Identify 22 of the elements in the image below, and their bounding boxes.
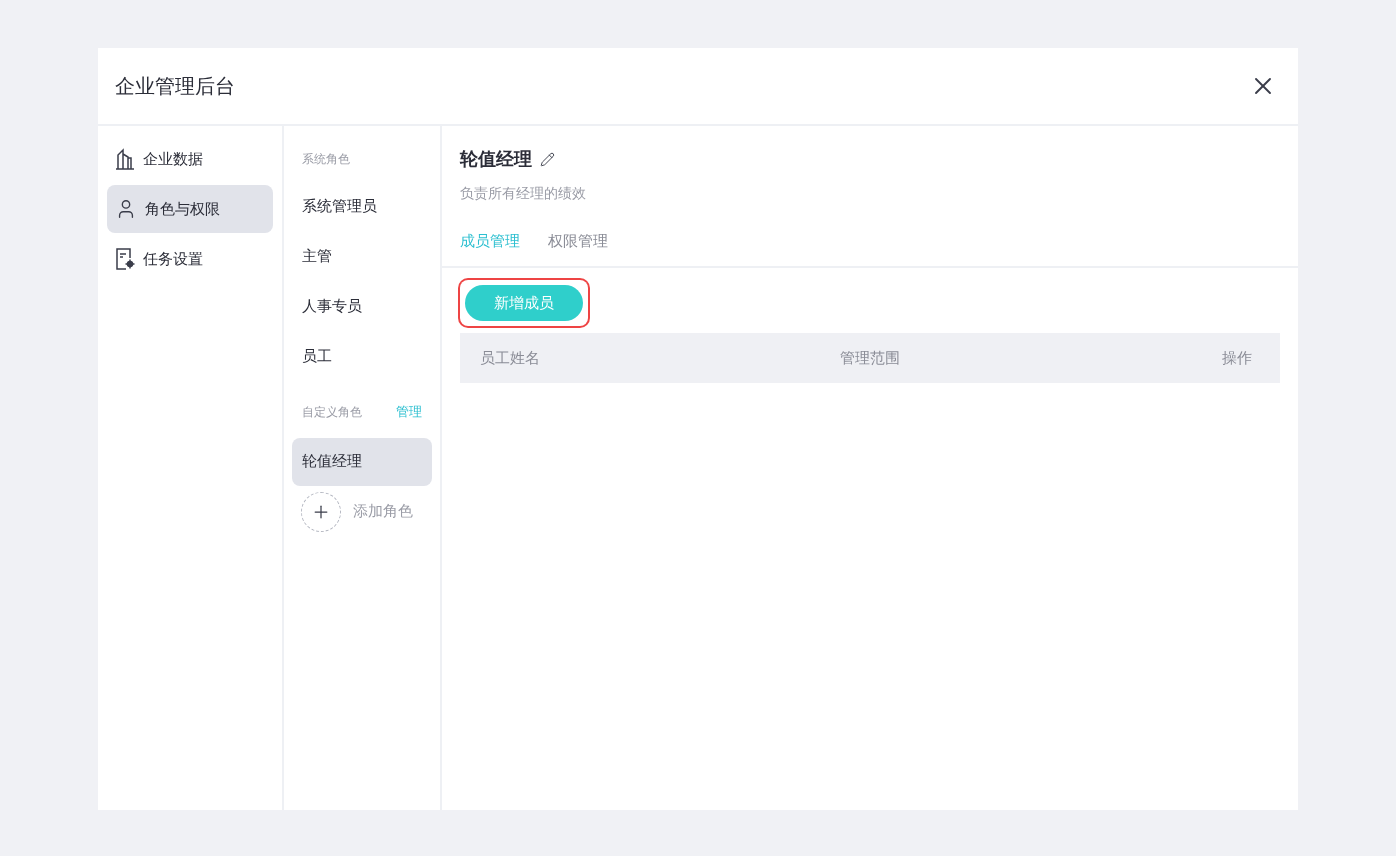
role-item[interactable]: 人事专员 — [292, 282, 432, 330]
section-heading: 自定义角色 — [302, 403, 362, 421]
sidebar-item[interactable]: 角色与权限 — [107, 185, 273, 233]
role-item[interactable]: 轮值经理 — [292, 437, 432, 486]
building-icon — [115, 148, 135, 170]
sidebar-item[interactable]: 企业数据 — [107, 135, 273, 183]
pencil-icon — [540, 152, 555, 167]
section-heading: 系统角色 — [301, 151, 351, 168]
add-role-label: 添加角色 — [353, 501, 413, 522]
role-item[interactable]: 主管 — [292, 232, 432, 280]
column-header: 员工姓名 — [480, 347, 540, 368]
window-title: 企业管理后台 — [115, 74, 235, 99]
role-description: 负责所有经理的绩效 — [460, 184, 587, 203]
role-item[interactable]: 员工 — [292, 332, 432, 380]
document-gear-icon — [115, 248, 135, 270]
sidebar-item[interactable]: 任务设置 — [107, 235, 273, 283]
edit-button[interactable] — [540, 152, 555, 167]
role-item[interactable]: 系统管理员 — [292, 182, 432, 230]
column-header: 操作 — [1222, 347, 1253, 368]
role-title: 轮值经理 — [460, 148, 532, 171]
tab[interactable]: 权限管理 — [548, 230, 608, 253]
column-header: 管理范围 — [840, 347, 900, 368]
